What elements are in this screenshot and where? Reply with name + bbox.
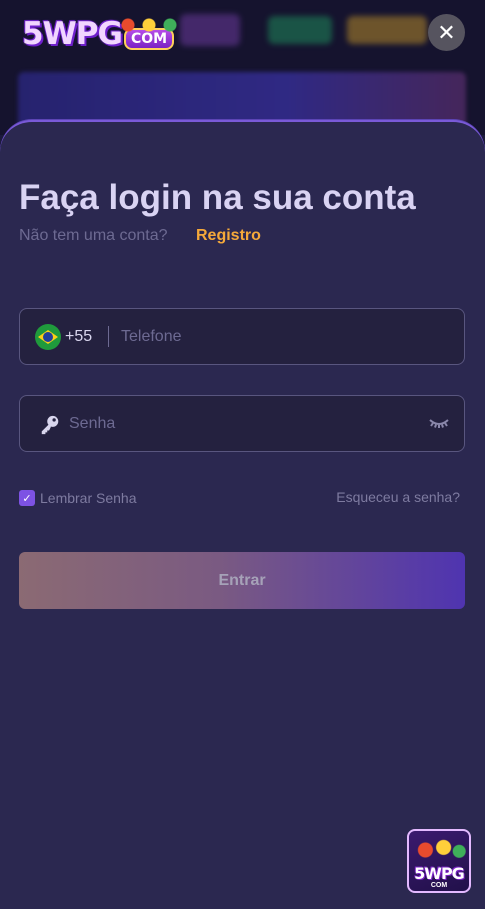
brand-logo: 5WPG COM xyxy=(22,14,184,54)
background-promo-image xyxy=(180,14,240,46)
remember-password-toggle[interactable]: ✓ Lembrar Senha xyxy=(19,489,137,507)
background-button xyxy=(268,16,332,44)
login-button[interactable]: Entrar xyxy=(19,552,465,609)
widget-ornament xyxy=(415,837,467,863)
phone-field[interactable]: +55 xyxy=(19,308,465,365)
eye-closed-icon[interactable] xyxy=(428,417,450,431)
widget-logo-suffix: COM xyxy=(430,882,448,889)
no-account-text: Não tem uma conta? xyxy=(19,227,168,244)
background-button xyxy=(347,16,427,44)
forgot-password-link[interactable]: Esqueceu a senha? xyxy=(336,489,460,505)
remember-label: Lembrar Senha xyxy=(40,490,137,506)
close-icon: ✕ xyxy=(437,19,456,45)
widget-logo-text: 5WPG xyxy=(414,864,465,883)
remember-checkbox[interactable]: ✓ xyxy=(19,490,35,506)
close-button[interactable]: ✕ xyxy=(428,14,465,51)
password-input[interactable] xyxy=(69,408,409,440)
phone-input[interactable] xyxy=(121,321,441,353)
register-link[interactable]: Registro xyxy=(196,227,261,245)
logo-ornament xyxy=(114,14,184,36)
logo-main-text: 5WPG xyxy=(22,16,123,52)
app-root: 5WPG COM ✕ Faça login na sua conta Não t… xyxy=(0,0,485,909)
page-title: Faça login na sua conta xyxy=(19,178,416,217)
5wpg-app-icon[interactable]: 5WPG COM xyxy=(407,829,471,893)
brazil-flag-icon[interactable] xyxy=(35,324,61,350)
dial-code[interactable]: +55 xyxy=(65,328,92,346)
field-divider xyxy=(108,326,109,347)
key-icon xyxy=(41,415,59,435)
password-field[interactable] xyxy=(19,395,465,452)
